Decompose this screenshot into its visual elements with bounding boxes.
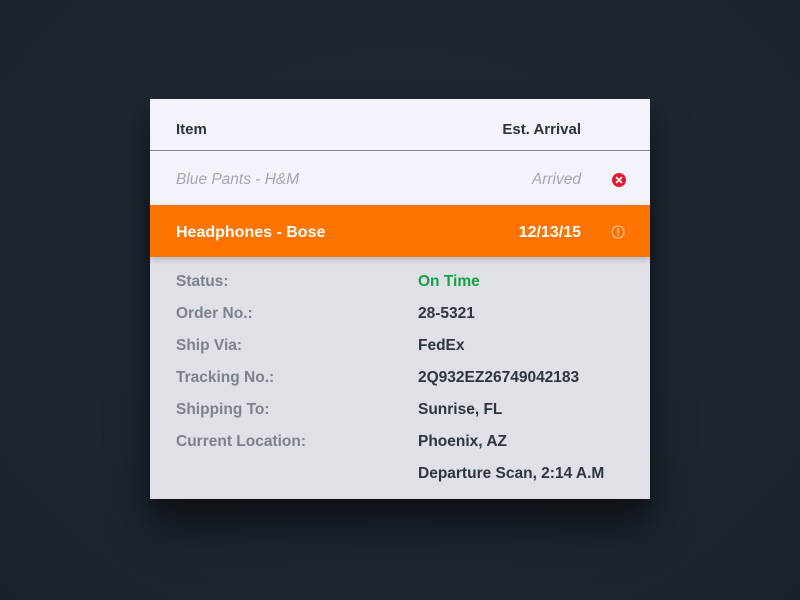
info-circle-icon[interactable] <box>611 225 625 239</box>
detail-status: Status: On Time <box>150 273 650 297</box>
tracking-number-value: 2Q932EZ26749042183 <box>418 369 580 386</box>
table-header: Item Est. Arrival <box>150 99 650 151</box>
carrier-value: FedEx <box>418 337 465 354</box>
order-eta: Arrived <box>531 171 581 188</box>
header-item: Item <box>176 121 207 138</box>
order-item-name: Headphones - Bose <box>176 224 326 241</box>
order-details-panel: Status: On Time Order No.: 28-5321 Ship … <box>150 257 650 499</box>
detail-shipping-to: Shipping To: Sunrise, FL <box>150 401 650 425</box>
last-scan-value: Departure Scan, 2:14 A.M <box>418 465 605 482</box>
detail-label: Shipping To: <box>176 401 270 418</box>
detail-label: Tracking No.: <box>176 369 275 386</box>
order-number-value: 28-5321 <box>418 305 475 322</box>
status-value: On Time <box>418 273 480 290</box>
detail-last-event: Departure Scan, 2:14 A.M <box>150 465 650 489</box>
detail-current-location: Current Location: Phoenix, AZ <box>150 433 650 457</box>
order-tracking-card: Item Est. Arrival Blue Pants - H&M Arriv… <box>150 99 650 499</box>
header-est-arrival: Est. Arrival <box>502 121 581 138</box>
detail-ship-via: Ship Via: FedEx <box>150 337 650 361</box>
order-eta: 12/13/15 <box>518 224 581 241</box>
current-location-value: Phoenix, AZ <box>418 433 507 450</box>
detail-label: Order No.: <box>176 305 253 322</box>
order-item-name: Blue Pants - H&M <box>176 171 300 188</box>
destination-value: Sunrise, FL <box>418 401 503 418</box>
detail-label: Ship Via: <box>176 337 243 354</box>
order-row-blue-pants[interactable]: Blue Pants - H&M Arrived <box>150 151 650 205</box>
x-circle-icon[interactable] <box>612 173 626 187</box>
detail-label: Current Location: <box>176 433 307 450</box>
detail-order-number: Order No.: 28-5321 <box>150 305 650 329</box>
order-row-headphones[interactable]: Headphones - Bose 12/13/15 <box>150 205 650 257</box>
stage-background: Item Est. Arrival Blue Pants - H&M Arriv… <box>0 0 800 600</box>
detail-label: Status: <box>176 273 229 290</box>
detail-tracking-number: Tracking No.: 2Q932EZ26749042183 <box>150 369 650 393</box>
